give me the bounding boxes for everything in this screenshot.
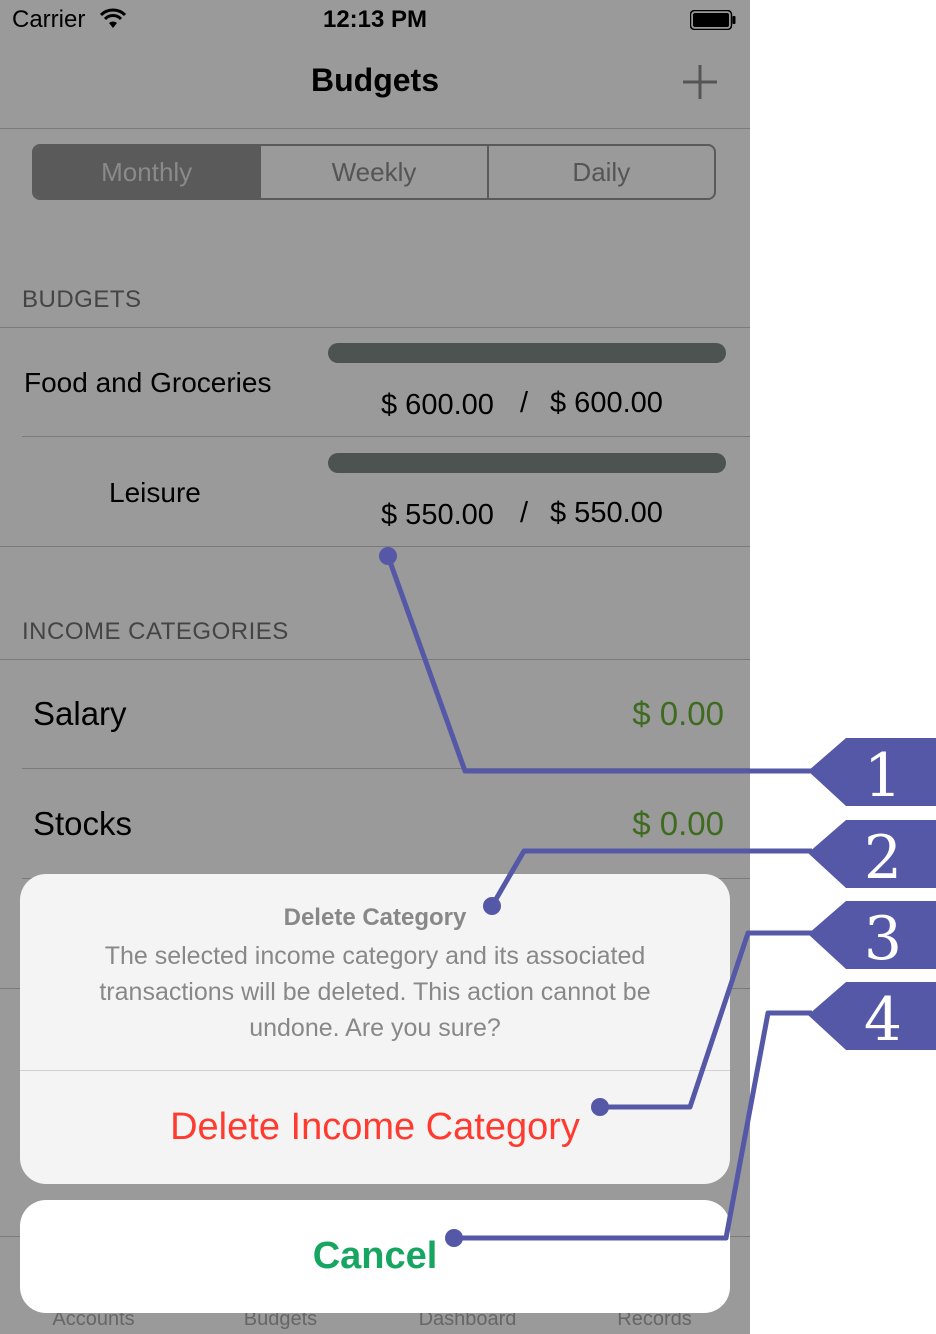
callout-3-number: 3 [864,904,902,974]
budget-name: Food and Groceries [24,367,272,398]
segment-daily[interactable]: Daily [486,146,714,198]
callout-4-tag [808,982,936,1050]
plus-icon[interactable] [680,62,720,102]
budget-progress-bar [328,453,726,473]
budgets-section-header: BUDGETS [22,286,142,313]
row-divider [22,436,750,437]
callout-3-tag [808,901,936,969]
budget-name: Leisure [109,477,201,508]
phone-screen: Carrier 12:13 PM Budgets Monthly Weekly … [0,0,750,1334]
budget-spent: $ 600.00 [381,389,494,421]
segment-monthly[interactable]: Monthly [34,146,260,198]
budget-progress-bar [328,343,726,363]
callout-1-tag [808,738,936,806]
budget-separator: / [520,497,529,529]
page-title: Budgets [311,62,439,98]
cancel-button[interactable]: Cancel [20,1200,730,1313]
budget-separator: / [520,387,529,419]
segment-weekly[interactable]: Weekly [259,146,486,198]
nav-divider [0,128,750,129]
budget-limit: $ 600.00 [550,387,663,419]
delete-income-category-button[interactable]: Delete Income Category [20,1071,730,1184]
row-divider [22,768,750,769]
status-bar: Carrier 12:13 PM [0,0,750,40]
callout-2-number: 2 [864,823,902,893]
action-sheet-title: Delete Category [283,904,467,931]
income-name: Salary [33,695,127,732]
section-divider [0,327,750,328]
budget-limit: $ 550.00 [550,497,663,529]
income-name: Stocks [33,805,133,842]
callout-2-tag [808,820,936,888]
action-sheet: Delete Category The selected income cate… [20,874,730,1184]
section-divider [0,546,750,547]
income-section-header: INCOME CATEGORIES [22,618,289,645]
income-value: $ 0.00 [632,805,724,842]
callout-1-number: 1 [864,741,902,811]
section-divider [0,659,750,660]
period-segmented-control[interactable]: Monthly Weekly Daily [32,144,716,200]
clock: 12:13 PM [322,6,428,33]
callout-4-number: 4 [864,985,902,1055]
budget-spent: $ 550.00 [381,499,494,531]
battery-icon [690,10,736,30]
income-value: $ 0.00 [632,695,724,732]
action-sheet-message: The selected income category and its ass… [99,942,651,1042]
